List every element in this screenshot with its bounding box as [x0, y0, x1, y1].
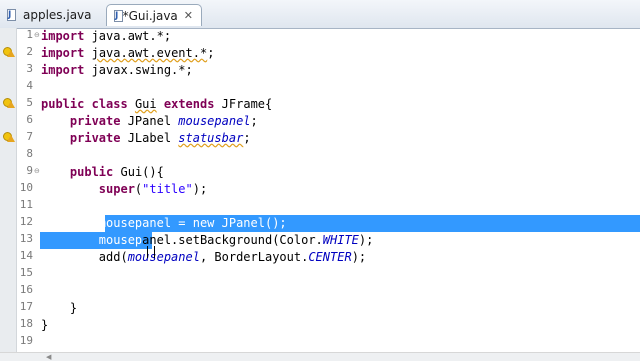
code-line: public class Gui extends JFrame{	[41, 97, 273, 111]
line-number: 12	[19, 215, 33, 228]
line-number: 6	[26, 113, 33, 126]
code-line: import java.awt.*;	[41, 29, 172, 43]
tab-apples-java[interactable]: J apples.java	[0, 4, 106, 26]
warning-bulb-icon[interactable]	[3, 47, 15, 57]
text-cursor	[147, 246, 155, 258]
code-line: private JPanel mousepanel;	[69, 114, 258, 128]
warning-bulb-icon[interactable]	[3, 98, 15, 108]
editor-tab-bar: J apples.java J *Gui.java ✕	[0, 0, 640, 29]
line-number: 10	[19, 181, 33, 194]
tab-label: *Gui.java	[122, 8, 178, 23]
code-line: private JLabel statusbar;	[69, 131, 251, 145]
line-number: 3	[26, 62, 33, 75]
line-number: 14	[19, 249, 33, 262]
code-line: add(mousepanel, BorderLayout.CENTER);	[41, 250, 367, 264]
fold-collapse-icon[interactable]: ⊖	[34, 32, 40, 39]
line-number: 1	[26, 28, 33, 41]
line-number: 8	[26, 147, 33, 160]
java-file-icon: J	[113, 9, 123, 22]
line-number: 9	[26, 164, 33, 177]
code-line-selected: mousepanel = new JPanel();	[41, 216, 287, 230]
code-line: import javax.swing.*;	[41, 63, 193, 77]
line-number: 11	[19, 198, 33, 211]
code-line: super("title");	[98, 182, 208, 196]
code-editor[interactable]: 1 2 3 4 5 6 7 8 9 10 11 12 13 14 15 16 1…	[0, 28, 640, 352]
line-number: 16	[19, 283, 33, 296]
tab-gui-java[interactable]: J *Gui.java ✕	[106, 4, 202, 26]
fold-collapse-icon[interactable]: ⊖	[34, 168, 40, 175]
code-line-selected: mousepanel.setBackground(Color.WHITE);	[41, 233, 374, 247]
line-number: 13	[19, 232, 33, 245]
line-number: 19	[19, 334, 33, 347]
code-line: import java.awt.event.*;	[41, 46, 215, 60]
line-number: 15	[19, 266, 33, 279]
close-icon[interactable]: ✕	[184, 10, 193, 21]
warning-bulb-icon[interactable]	[3, 132, 15, 142]
code-line: }	[41, 301, 78, 315]
tab-label: apples.java	[23, 8, 92, 22]
line-number: 18	[19, 317, 33, 330]
java-file-icon: J	[6, 9, 18, 21]
code-line: }	[41, 318, 49, 332]
code-line: public Gui(){	[69, 165, 164, 179]
line-number: 4	[26, 79, 33, 92]
line-number: 17	[19, 300, 33, 313]
